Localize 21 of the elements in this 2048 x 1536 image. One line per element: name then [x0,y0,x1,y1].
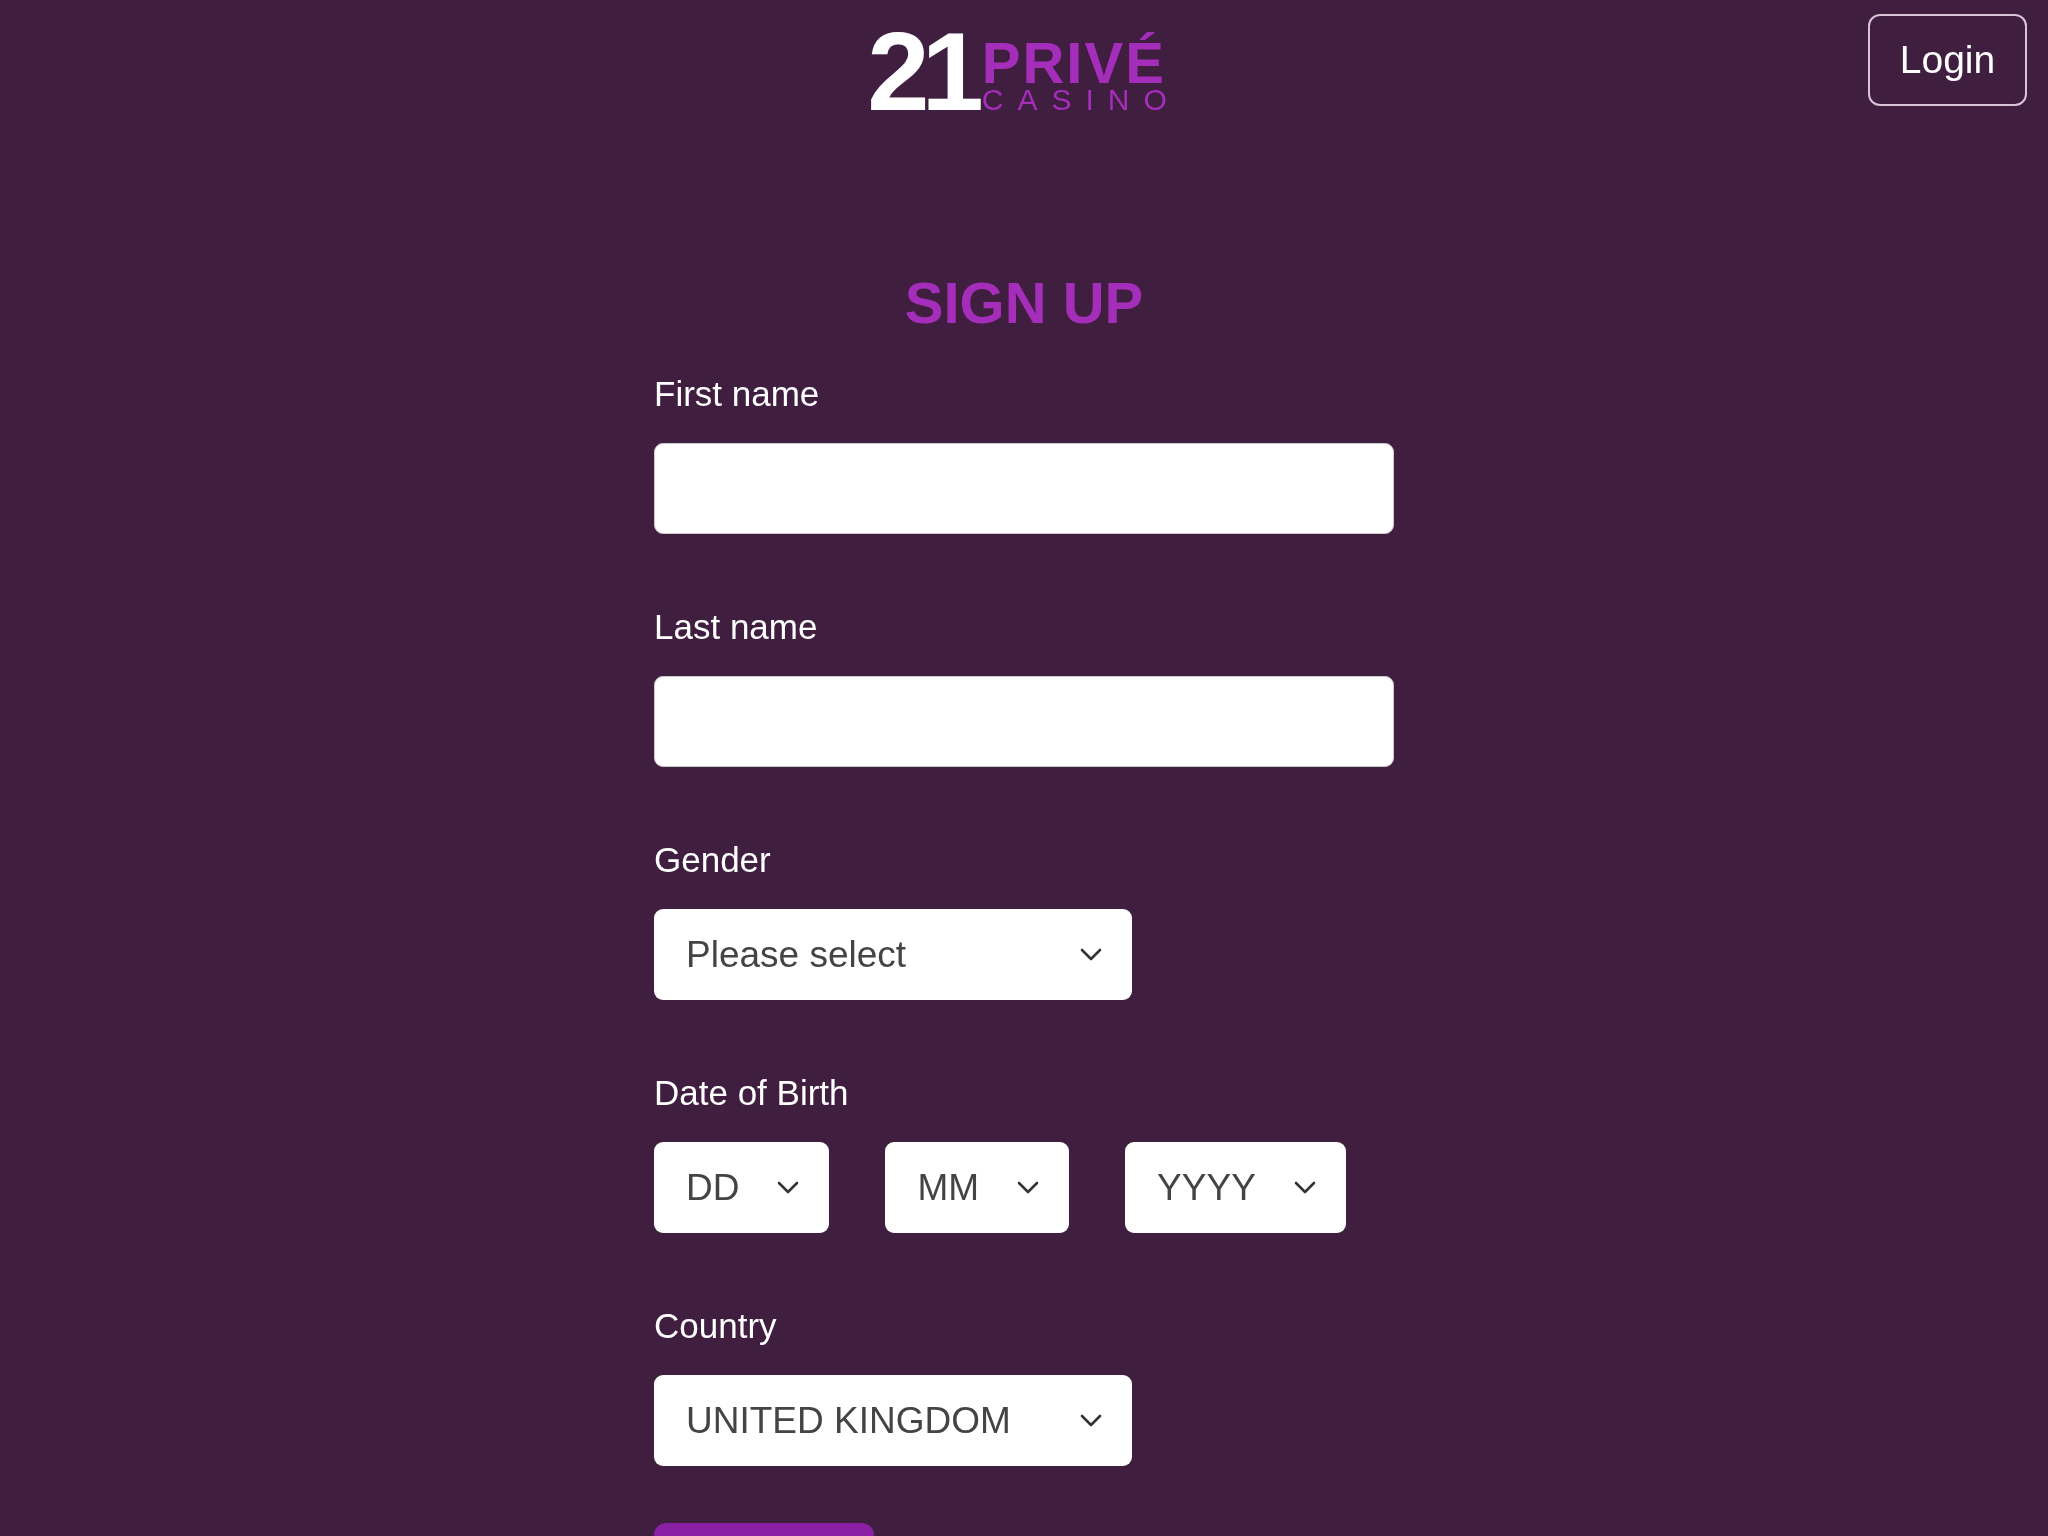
select-field[interactable]: MM [885,1142,1070,1233]
chevron-down-icon [777,1181,800,1194]
chevron-down-icon [1017,1181,1040,1194]
text-field[interactable] [654,443,1394,534]
field-label: Gender [654,839,772,881]
chevron-down-icon [1080,948,1102,961]
chevron-down-icon [1080,1414,1102,1427]
login-button[interactable]: Login [1868,14,2027,106]
field-label: Country [654,1305,778,1347]
field-label: Last name [654,606,819,648]
select-field[interactable]: YYYY [1125,1142,1346,1233]
chevron-down-icon [1293,1181,1316,1194]
form-title: SIGN UP [903,269,1145,337]
select-field[interactable]: Please select [654,909,1132,1000]
submit-button[interactable] [654,1523,874,1536]
field-label: First name [654,373,821,415]
text-field[interactable] [654,676,1394,767]
logo-number: 21 [867,29,976,115]
select-field[interactable]: DD [654,1142,830,1233]
field-label: Date of Birth [654,1072,850,1114]
select-field[interactable]: UNITED KINGDOM [654,1375,1132,1466]
